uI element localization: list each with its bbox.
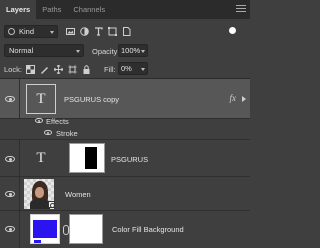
opacity-value: 100% bbox=[121, 46, 141, 55]
fill-value: 0% bbox=[121, 64, 132, 73]
tab-channels[interactable]: Channels bbox=[67, 0, 111, 19]
visibility-column bbox=[0, 79, 20, 118]
fill-input[interactable]: 0% bbox=[118, 62, 148, 75]
filter-kind-dropdown[interactable]: Kind bbox=[4, 25, 58, 38]
chevron-down-icon bbox=[141, 50, 145, 53]
adjustment-filter-icon[interactable] bbox=[80, 27, 89, 36]
type-layer-thumbnail: T bbox=[36, 149, 46, 166]
eye-icon[interactable] bbox=[5, 96, 15, 102]
search-icon bbox=[8, 28, 15, 35]
blend-mode-value: Normal bbox=[9, 46, 34, 55]
tab-paths[interactable]: Paths bbox=[36, 0, 67, 19]
type-layer-thumbnail: T bbox=[26, 84, 56, 114]
color-fill-thumbnail[interactable] bbox=[30, 214, 60, 244]
layer-effects-row[interactable]: Effects bbox=[0, 115, 250, 127]
layer-row-women[interactable]: Women bbox=[0, 177, 250, 211]
chevron-down-icon bbox=[76, 50, 80, 53]
panel-tab-bar: Layers Paths Channels bbox=[0, 0, 250, 19]
smart-object-filter-icon[interactable] bbox=[122, 27, 131, 36]
layer-name[interactable]: Color Fill Background bbox=[112, 225, 184, 234]
effects-label: Effects bbox=[46, 117, 69, 126]
eye-icon[interactable] bbox=[5, 191, 15, 197]
filter-kind-label: Kind bbox=[19, 27, 35, 36]
blend-mode-dropdown[interactable]: Normal bbox=[4, 44, 84, 57]
lock-transparent-pixels-icon[interactable] bbox=[26, 65, 35, 74]
layer-row-color-fill-background[interactable]: Color Fill Background bbox=[0, 211, 250, 248]
layer-mask-thumbnail[interactable] bbox=[69, 214, 103, 244]
layer-name[interactable]: Women bbox=[65, 190, 91, 199]
fill-label: Fill: bbox=[104, 65, 116, 74]
lock-position-icon[interactable] bbox=[54, 65, 63, 74]
eye-icon[interactable] bbox=[44, 130, 52, 135]
lock-label: Lock: bbox=[4, 65, 22, 74]
chevron-down-icon bbox=[50, 31, 54, 34]
eye-icon[interactable] bbox=[5, 156, 15, 162]
filter-toggle-icon[interactable] bbox=[229, 27, 236, 34]
lock-artboard-icon[interactable] bbox=[68, 65, 77, 74]
layer-name[interactable]: PSGURUS copy bbox=[64, 95, 119, 104]
visibility-column bbox=[0, 177, 20, 210]
lock-all-icon[interactable] bbox=[82, 65, 91, 74]
smart-object-badge-icon bbox=[48, 201, 55, 208]
layer-name[interactable]: PSGURUS bbox=[111, 155, 148, 164]
visibility-column bbox=[0, 140, 20, 176]
blend-row: Normal Opacity: 100% bbox=[0, 43, 250, 59]
stroke-effect-row[interactable]: Stroke bbox=[0, 127, 250, 139]
layer-filter-row: Kind bbox=[0, 24, 250, 40]
chevron-right-icon[interactable] bbox=[242, 96, 246, 102]
lock-image-pixels-icon[interactable] bbox=[40, 65, 49, 74]
eye-icon[interactable] bbox=[35, 118, 43, 123]
eye-icon[interactable] bbox=[5, 226, 15, 232]
chevron-down-icon bbox=[141, 68, 145, 71]
type-filter-icon[interactable] bbox=[94, 27, 103, 36]
visibility-column bbox=[0, 211, 20, 248]
layer-row-psgurus-copy[interactable]: T PSGURUS copy fx bbox=[0, 79, 250, 119]
opacity-label: Opacity: bbox=[92, 47, 120, 56]
tab-layers[interactable]: Layers bbox=[0, 0, 37, 19]
layer-mask-thumbnail[interactable] bbox=[69, 143, 105, 173]
stroke-label: Stroke bbox=[56, 129, 78, 138]
panel-menu-icon[interactable] bbox=[236, 5, 246, 13]
shape-filter-icon[interactable] bbox=[108, 27, 117, 36]
opacity-input[interactable]: 100% bbox=[118, 44, 148, 57]
layer-row-psgurus[interactable]: T PSGURUS bbox=[0, 139, 250, 177]
lock-row: Lock: Fill: 0% bbox=[0, 62, 250, 77]
image-filter-icon[interactable] bbox=[66, 27, 75, 36]
fx-icon[interactable]: fx bbox=[230, 93, 237, 103]
